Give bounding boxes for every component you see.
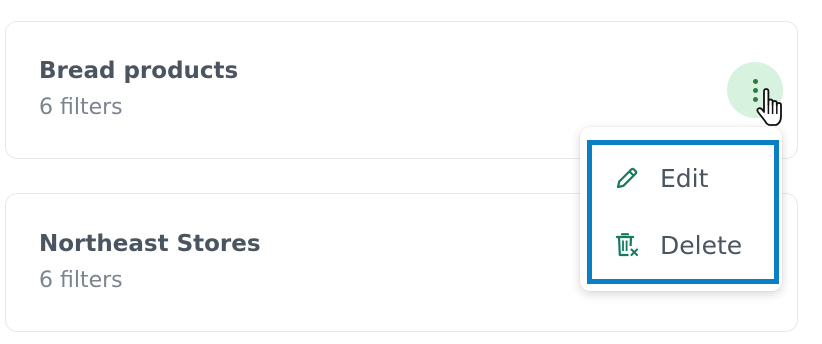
edit-menu-item[interactable]: Edit: [580, 150, 782, 206]
trash-icon: [615, 233, 638, 257]
context-menu: Edit Delete: [580, 127, 782, 291]
edit-label: Edit: [660, 163, 709, 193]
delete-label: Delete: [660, 230, 743, 260]
hand-pointer-icon: [756, 88, 782, 126]
delete-menu-item[interactable]: Delete: [580, 217, 782, 273]
card-title: Bread products: [39, 58, 239, 84]
pencil-icon: [616, 167, 638, 189]
card-filter-count: 6 filters: [39, 268, 123, 293]
card-title: Northeast Stores: [39, 231, 261, 257]
kebab-dot: [752, 78, 758, 84]
card-filter-count: 6 filters: [39, 95, 123, 120]
